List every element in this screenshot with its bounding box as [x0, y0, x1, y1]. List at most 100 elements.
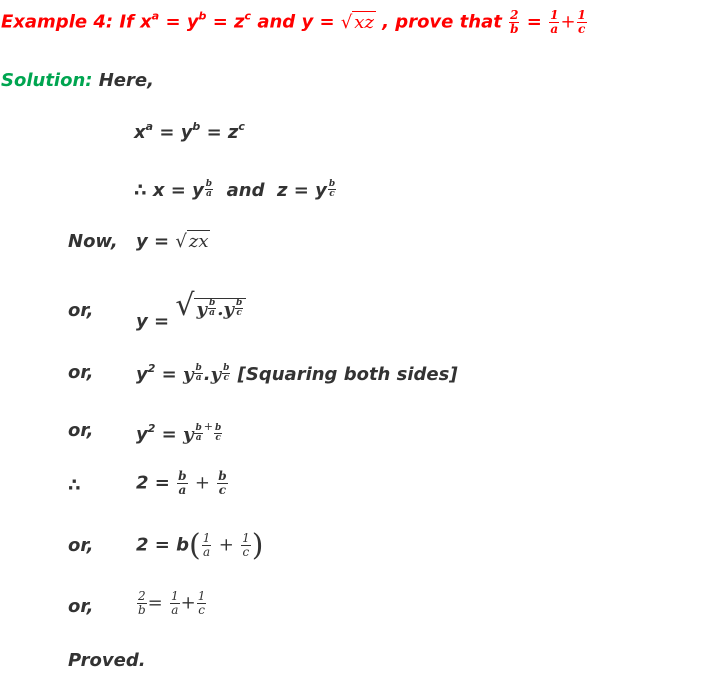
sum-exponent-equation: y2 = y b a + b c	[136, 420, 223, 445]
two: 2	[136, 534, 149, 556]
proved-text: Proved.	[68, 650, 146, 671]
var-x: x	[140, 11, 152, 33]
two: 2	[136, 472, 149, 494]
or-label: or,	[68, 596, 94, 617]
given-equation: xa = yb = zc	[134, 120, 245, 143]
exponent-equation: 2 = ba + bc	[136, 470, 229, 497]
equals: =	[200, 122, 228, 143]
denominator: b	[510, 22, 519, 36]
denominator: c	[236, 308, 242, 318]
plus: +	[180, 592, 196, 614]
var-y: y	[180, 122, 193, 143]
var-b: b	[176, 534, 190, 556]
numerator: 1	[196, 589, 207, 604]
radical-icon: √	[175, 231, 187, 252]
plus: +	[218, 534, 234, 556]
denominator: a	[209, 308, 216, 318]
or-label: or,	[68, 362, 94, 383]
var-y: y	[136, 424, 148, 445]
equals: =	[159, 11, 187, 33]
sqrt-arg: zx	[186, 230, 211, 252]
plus: +	[194, 472, 210, 494]
exponent-b-over-c: bc	[214, 424, 223, 443]
now-label: Now,	[68, 231, 118, 252]
factored-equation: 2 = b(1 a + 1 c)	[136, 528, 263, 563]
dot: .	[203, 364, 211, 385]
numerator: 1	[549, 8, 560, 23]
denominator: c	[215, 433, 221, 443]
denominator: c	[223, 373, 229, 383]
var-y: y	[136, 364, 148, 385]
var-z: z	[227, 122, 239, 143]
var-y: y	[315, 180, 327, 201]
here-text: Here,	[92, 70, 154, 91]
var-z: z	[234, 11, 245, 33]
and-text: and	[226, 180, 265, 201]
denominator: c	[242, 545, 250, 559]
var-x: x	[152, 180, 165, 201]
exponent-b-over-a: ba	[194, 424, 203, 443]
squaring-note: [Squaring both sides]	[231, 364, 458, 385]
numerator: 1	[241, 531, 251, 546]
equals: =	[155, 424, 184, 445]
now-equation: y = √ zx	[136, 230, 211, 252]
squared-equation: y2 = y b a .y b c [Squaring both sides]	[136, 362, 458, 385]
radical-icon: √	[340, 11, 353, 33]
exponent-b-over-a: ba	[194, 364, 203, 383]
fraction-1-over-c: 1c	[241, 532, 251, 559]
exponent-b-over-c: bc	[235, 299, 244, 318]
denominator: a	[195, 433, 202, 443]
prove-text: , prove that	[375, 11, 509, 33]
sqrt-zx: √ zx	[175, 230, 211, 252]
solution-label: Solution:	[1, 70, 93, 91]
numerator: b	[217, 469, 228, 484]
equals: =	[148, 534, 177, 556]
equals: =	[206, 11, 235, 33]
fraction-2-over-b: 2b	[137, 590, 147, 617]
title-prefix: Example 4: If	[1, 11, 141, 33]
exponent-b-over-c: bc	[327, 180, 337, 199]
fraction-2-over-b: 2b	[509, 8, 520, 36]
example-title: Example 4: If x a = y b = z c and y = √ xz ,…	[1, 9, 588, 36]
fraction-1-over-a: 1a	[549, 8, 560, 36]
fraction-1-over-c: 1c	[576, 8, 587, 36]
numerator: 2	[509, 8, 520, 23]
or-label: or,	[68, 535, 94, 556]
therefore-icon: ∴	[134, 180, 147, 201]
var-y: y	[196, 299, 207, 320]
right-paren: )	[251, 528, 264, 563]
equals: =	[313, 11, 341, 33]
fraction-b-over-c: bc	[217, 469, 228, 497]
numerator: 1	[170, 589, 180, 604]
exp-a: a	[145, 120, 154, 133]
exponent-b-over-c: bc	[222, 364, 231, 383]
var-y: y	[192, 180, 204, 201]
or-label: or,	[68, 420, 94, 441]
numerator: 1	[201, 531, 212, 546]
equals: =	[147, 592, 163, 614]
var-y: y	[183, 364, 194, 385]
final-equation: 2 b = 1 a +1 c	[136, 590, 207, 617]
equals: =	[153, 122, 181, 143]
numerator: 1	[576, 8, 587, 23]
equals: =	[287, 180, 316, 201]
var-y: y	[210, 364, 222, 385]
fraction-1-over-a: 1a	[201, 531, 212, 559]
left-paren: (	[189, 528, 201, 563]
equals: =	[147, 231, 176, 252]
numerator: 2	[137, 589, 147, 604]
fraction-1-over-a: 1a	[170, 590, 180, 617]
var-y: y	[136, 311, 148, 332]
plus: +	[203, 420, 213, 433]
var-y: y	[223, 299, 234, 320]
denominator: a	[195, 373, 202, 383]
var-z: z	[277, 180, 288, 201]
plus: +	[560, 11, 576, 33]
denominator: a	[178, 483, 187, 497]
or-label: or,	[68, 300, 94, 321]
sqrt-arg: xz	[352, 10, 376, 33]
var-y: y	[301, 11, 314, 33]
equals: =	[164, 180, 193, 201]
denominator: b	[137, 603, 146, 617]
denominator: a	[171, 603, 179, 617]
